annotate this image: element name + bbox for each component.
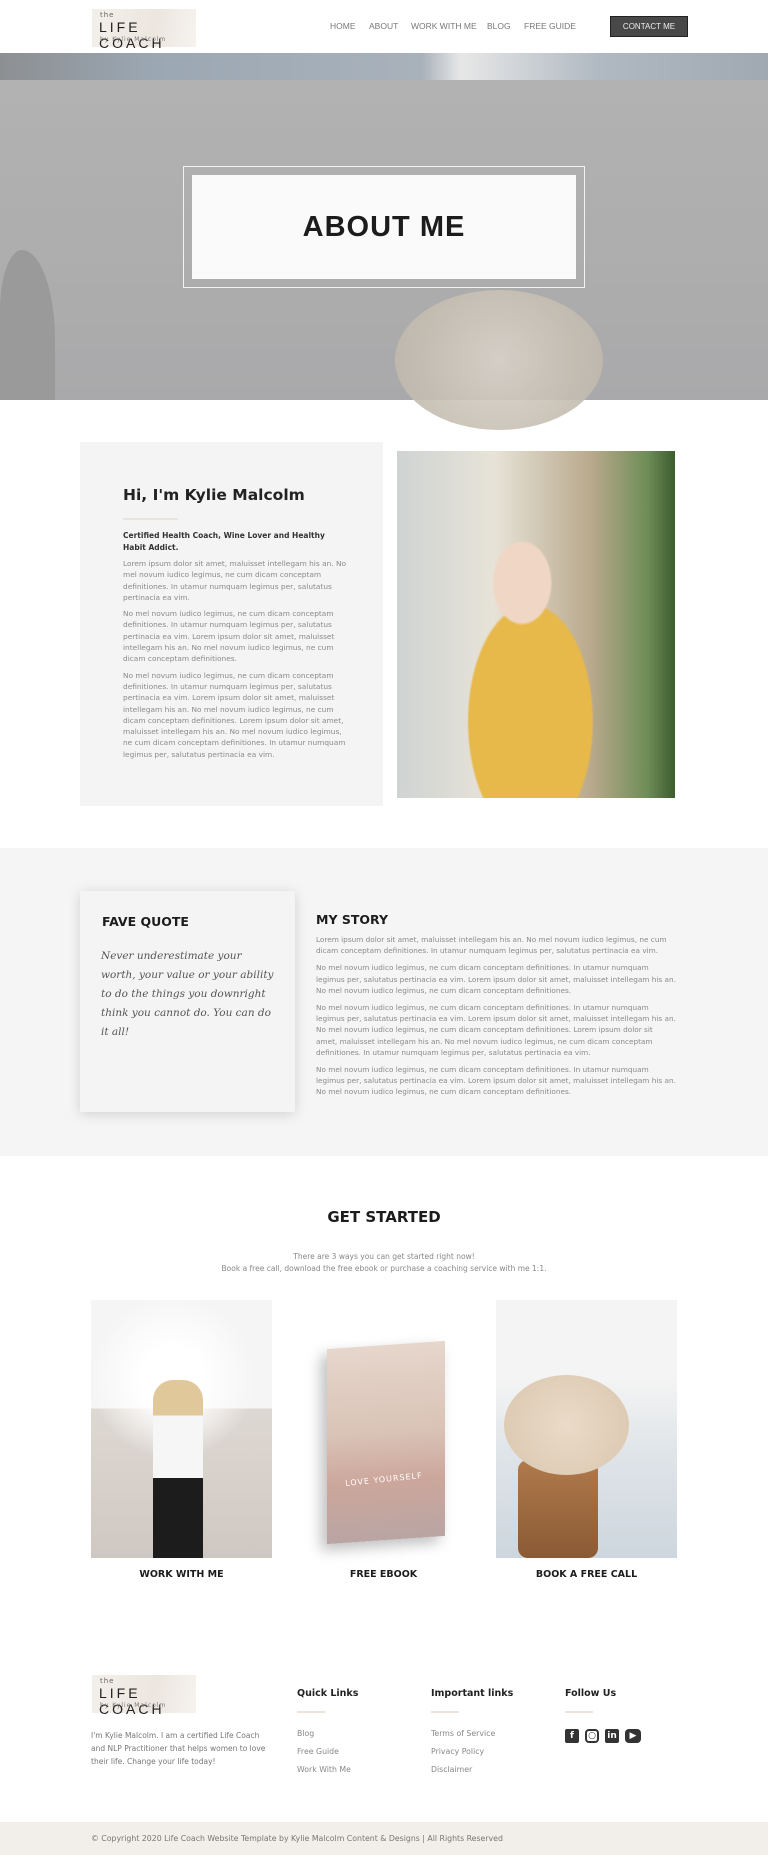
footer-link-blog[interactable]: Blog	[297, 1729, 358, 1738]
figure	[153, 1380, 203, 1558]
story-paragraph: No mel novum iudico legimus, ne cum dica…	[316, 1065, 676, 1097]
story-paragraph: No mel novum iudico legimus, ne cum dica…	[316, 963, 676, 995]
intro-paragraph: No mel novum iudico legimus, ne cum dica…	[123, 609, 335, 664]
instagram-icon[interactable]: ○	[585, 1729, 599, 1743]
my-story: MY STORY Lorem ipsum dolor sit amet, mal…	[316, 912, 676, 1104]
follow-us-title: Follow Us	[565, 1688, 617, 1699]
footer-about: I'm Kylie Malcolm. I am a certified Life…	[91, 1731, 266, 1766]
copyright-bar: © Copyright 2020 Life Coach Website Temp…	[0, 1822, 768, 1855]
site-logo[interactable]: the LIFE COACH by Kylie Malcolm	[92, 9, 196, 51]
work-with-me-link[interactable]: WORK WITH ME	[91, 1569, 272, 1580]
copyright-text: © Copyright 2020 Life Coach Website Temp…	[91, 1834, 503, 1843]
nav-about[interactable]: ABOUT	[369, 21, 398, 31]
quick-links-title: Quick Links	[297, 1688, 359, 1699]
quote-text: Never underestimate your worth, your val…	[101, 950, 274, 1038]
intro-paragraph: No mel novum iudico legimus, ne cum dica…	[123, 670, 346, 759]
free-ebook-link[interactable]: FREE EBOOK	[293, 1569, 474, 1580]
footer-logo[interactable]: the LIFE COACH by Kylie Malcolm	[92, 1675, 196, 1717]
footer-link-privacy[interactable]: Privacy Policy	[431, 1747, 513, 1756]
contact-me-button[interactable]: CONTACT ME	[610, 16, 688, 37]
nav-home[interactable]: HOME	[330, 21, 356, 31]
quote-heading: FAVE QUOTE	[102, 914, 189, 929]
book-free-call-link[interactable]: BOOK A FREE CALL	[496, 1569, 677, 1580]
story-paragraph: No mel novum iudico legimus, ne cum dica…	[316, 1003, 676, 1057]
important-links: Important links Terms of Service Privacy…	[431, 1688, 513, 1774]
intro-heading: Hi, I'm Kylie Malcolm	[123, 486, 305, 504]
quick-links: Quick Links Blog Free Guide Work With Me	[297, 1688, 358, 1774]
subtitle-line: Book a free call, download the free eboo…	[221, 1264, 547, 1273]
divider	[297, 1711, 325, 1713]
nav-work-with-me[interactable]: WORK WITH ME	[411, 21, 477, 31]
subtitle-line: There are 3 ways you can get started rig…	[293, 1252, 475, 1261]
nav-blog[interactable]: BLOG	[487, 21, 511, 31]
story-heading: MY STORY	[316, 912, 388, 927]
book-call-image[interactable]	[496, 1300, 677, 1558]
story-paragraph: Lorem ipsum dolor sit amet, maluisset in…	[316, 935, 667, 956]
youtube-icon[interactable]: ▶	[625, 1729, 641, 1743]
linkedin-icon[interactable]: in	[605, 1729, 619, 1743]
get-started-title: GET STARTED	[327, 1208, 441, 1226]
important-links-title: Important links	[431, 1688, 514, 1699]
divider	[431, 1711, 459, 1713]
footer-link-terms[interactable]: Terms of Service	[431, 1729, 513, 1738]
footer-link-work-with-me[interactable]: Work With Me	[297, 1765, 358, 1774]
footer-link-disclaimer[interactable]: Disclaimer	[431, 1765, 513, 1774]
figure	[518, 1460, 598, 1558]
intro-card: Hi, I'm Kylie Malcolm Certified Health C…	[80, 442, 383, 806]
divider	[123, 518, 178, 520]
follow-us: Follow Us f ○ in ▶	[565, 1688, 641, 1743]
nav-free-guide[interactable]: FREE GUIDE	[524, 21, 576, 31]
hero-hat	[395, 290, 603, 430]
divider	[565, 1711, 593, 1713]
free-ebook-image[interactable]: LOVE YOURSELF	[295, 1300, 476, 1558]
footer-link-free-guide[interactable]: Free Guide	[297, 1747, 358, 1756]
portrait-photo	[397, 451, 675, 798]
page-title: ABOUT ME	[192, 175, 576, 279]
intro-subtitle: Certified Health Coach, Wine Lover and H…	[123, 531, 325, 552]
get-started-subtitle: There are 3 ways you can get started rig…	[0, 1251, 768, 1275]
facebook-icon[interactable]: f	[565, 1729, 579, 1743]
intro-paragraph: Lorem ipsum dolor sit amet, maluisset in…	[123, 559, 347, 602]
hero-image-top	[0, 53, 768, 80]
work-with-me-image[interactable]	[91, 1300, 272, 1558]
ebook-cover	[327, 1340, 445, 1545]
quote-card: FAVE QUOTE Never underestimate your wort…	[80, 891, 295, 1112]
hat	[504, 1375, 629, 1475]
